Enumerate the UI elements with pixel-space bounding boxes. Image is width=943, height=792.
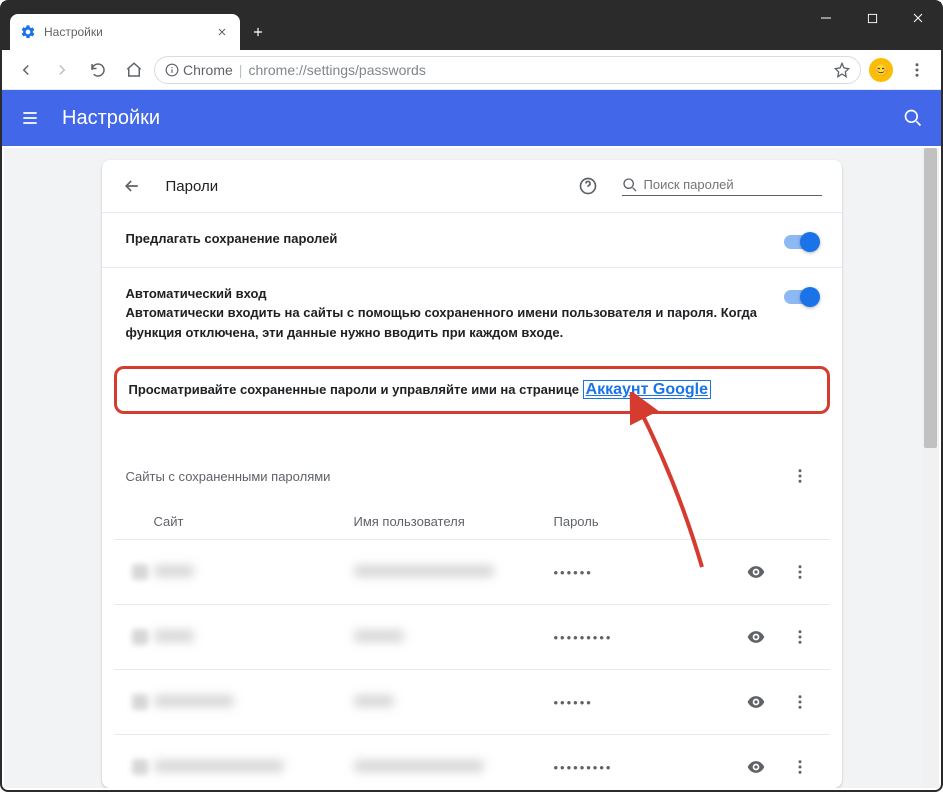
site-info-icon[interactable]: Chrome (165, 62, 233, 78)
help-button[interactable] (570, 168, 606, 204)
auto-signin-description: Автоматически входить на сайты с помощью… (126, 303, 768, 342)
url-text: chrome://settings/passwords (248, 62, 425, 78)
offer-save-passwords-row: Предлагать сохранение паролей (102, 212, 842, 267)
browser-tab-settings[interactable]: Настройки (10, 14, 240, 50)
password-search-field[interactable] (622, 177, 822, 196)
passwords-table: Сайт Имя пользователя Пароль •••••••••••… (102, 504, 842, 788)
table-row: •••••• (114, 539, 830, 604)
site-cell[interactable] (154, 760, 354, 775)
manage-passwords-text: Просматривайте сохраненные пароли и упра… (129, 382, 583, 397)
window-titlebar: Настройки (2, 2, 941, 50)
home-button[interactable] (118, 54, 150, 86)
site-cell[interactable] (154, 630, 354, 645)
column-user: Имя пользователя (354, 514, 554, 529)
password-cell: ••••••••• (554, 760, 738, 775)
auto-signin-row: Автоматический вход Автоматически входит… (102, 267, 842, 360)
new-tab-button[interactable] (244, 18, 272, 46)
password-search-input[interactable] (644, 177, 822, 192)
row-more-button[interactable] (782, 619, 818, 655)
site-favicon (126, 564, 154, 580)
show-password-button[interactable] (738, 749, 774, 785)
scrollbar[interactable] (922, 148, 939, 788)
saved-passwords-header: Сайты с сохраненными паролями (102, 428, 842, 504)
content-viewport: Пароли Предлагать сохранение паролей Авт… (4, 148, 939, 788)
table-row: •••••• (114, 669, 830, 734)
show-password-button[interactable] (738, 554, 774, 590)
table-row: ••••••••• (114, 734, 830, 788)
saved-passwords-title: Сайты с сохраненными паролями (126, 469, 782, 484)
reload-button[interactable] (82, 54, 114, 86)
username-cell (354, 630, 554, 645)
row-more-button[interactable] (782, 554, 818, 590)
site-cell[interactable] (154, 565, 354, 580)
page-title: Пароли (166, 178, 219, 195)
site-favicon (126, 629, 154, 645)
column-site: Сайт (154, 514, 354, 529)
row-more-button[interactable] (782, 684, 818, 720)
bookmark-star-icon[interactable] (834, 62, 850, 78)
manage-passwords-callout: Просматривайте сохраненные пароли и упра… (114, 366, 830, 414)
gear-icon (20, 24, 36, 40)
close-window-button[interactable] (895, 2, 941, 34)
passwords-card: Пароли Предлагать сохранение паролей Авт… (102, 160, 842, 788)
auto-signin-title: Автоматический вход (126, 286, 768, 301)
username-cell (354, 760, 554, 775)
table-row: ••••••••• (114, 604, 830, 669)
column-pass: Пароль (554, 514, 738, 529)
tab-strip: Настройки (2, 2, 803, 50)
nav-back-button[interactable] (10, 54, 42, 86)
url-scheme-label: Chrome (183, 62, 233, 78)
page-back-button[interactable] (114, 168, 150, 204)
show-password-button[interactable] (738, 619, 774, 655)
browser-menu-button[interactable] (901, 54, 933, 86)
address-bar[interactable]: Chrome | chrome://settings/passwords (154, 56, 861, 84)
saved-passwords-more-button[interactable] (782, 458, 818, 494)
nav-forward-button[interactable] (46, 54, 78, 86)
scrollbar-thumb[interactable] (924, 148, 937, 448)
site-favicon (126, 694, 154, 710)
site-cell[interactable] (154, 695, 354, 710)
tab-title: Настройки (44, 25, 206, 39)
browser-toolbar: Chrome | chrome://settings/passwords 😊 (2, 50, 941, 90)
offer-save-title: Предлагать сохранение паролей (126, 231, 768, 246)
settings-search-button[interactable] (901, 106, 925, 130)
password-cell: •••••• (554, 565, 738, 580)
username-cell (354, 695, 554, 710)
auto-signin-toggle[interactable] (784, 290, 818, 304)
offer-save-toggle[interactable] (784, 235, 818, 249)
close-tab-button[interactable] (214, 24, 230, 40)
card-header: Пароли (102, 160, 842, 212)
search-icon (622, 177, 638, 193)
maximize-button[interactable] (849, 2, 895, 34)
app-title: Настройки (62, 107, 881, 130)
window-controls (803, 2, 941, 50)
site-favicon (126, 759, 154, 775)
hamburger-menu-button[interactable] (18, 106, 42, 130)
row-more-button[interactable] (782, 749, 818, 785)
password-cell: •••••• (554, 695, 738, 710)
show-password-button[interactable] (738, 684, 774, 720)
google-account-link[interactable]: Аккаунт Google (583, 380, 711, 399)
username-cell (354, 565, 554, 580)
minimize-button[interactable] (803, 2, 849, 34)
profile-avatar[interactable]: 😊 (865, 54, 897, 86)
passwords-table-header: Сайт Имя пользователя Пароль (114, 504, 830, 539)
settings-app-header: Настройки (2, 90, 941, 146)
password-cell: ••••••••• (554, 630, 738, 645)
